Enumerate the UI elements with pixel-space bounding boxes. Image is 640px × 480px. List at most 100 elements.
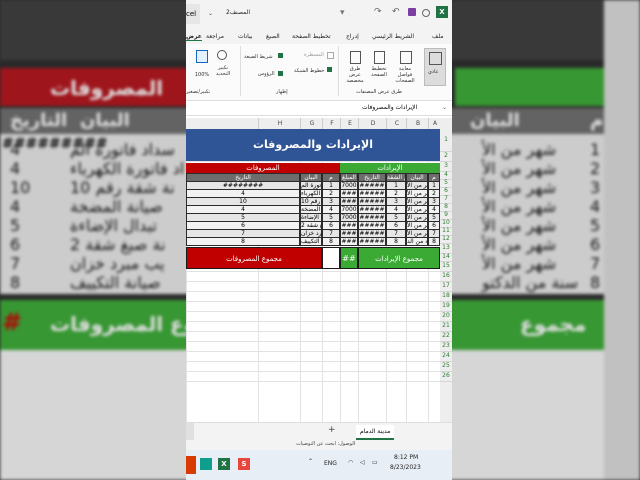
column-header-d[interactable]: D xyxy=(358,118,387,129)
formula-bar: ⌄ الإيرادات والمصروفات xyxy=(186,101,452,116)
title-bar: cel ⌄ المصنف2 ▾ ↷ ↶ X xyxy=(186,0,452,30)
zoom-button[interactable]: تكبير التحديد xyxy=(214,48,232,84)
row-header[interactable]: 1 xyxy=(440,129,452,152)
tab-home[interactable]: الشريط الرئيسي xyxy=(372,33,414,40)
status-bar: الوصول: ابحث عن التوصيات xyxy=(186,440,452,450)
bg-col-bayan-left: البيان xyxy=(80,110,130,131)
income-header[interactable]: الإيرادات xyxy=(340,163,440,173)
expense-total-label[interactable]: مجموع المصروفات xyxy=(186,247,322,269)
language-indicator[interactable]: ENG xyxy=(324,460,337,467)
row-header[interactable]: 26 xyxy=(440,371,452,382)
redo-icon[interactable]: ↷ xyxy=(374,7,382,17)
bg-expense-row: تبدال الإضاءة xyxy=(70,216,157,235)
taskbar-date[interactable]: 8/23/2023 xyxy=(390,464,421,471)
ribbon-divider xyxy=(240,46,241,96)
expense-cell[interactable]: صيانة التكييف xyxy=(300,237,322,246)
gridline xyxy=(186,361,440,362)
battery-icon[interactable]: ▭ xyxy=(372,459,378,466)
normal-view-label: عادي xyxy=(428,69,439,75)
gridline xyxy=(186,371,440,372)
formula-content[interactable]: الإيرادات والمصروفات xyxy=(362,104,417,111)
formula-bar-checkbox[interactable] xyxy=(278,53,283,58)
bg-total-income: مجموع xyxy=(520,312,587,336)
income-cell[interactable]: 8 xyxy=(428,237,440,246)
wifi-icon[interactable]: ◠ xyxy=(348,459,353,466)
expense-header[interactable]: المصروفات xyxy=(186,163,340,173)
column-header-g[interactable]: G xyxy=(300,118,323,129)
headings-checkbox[interactable] xyxy=(278,71,283,76)
tab-data[interactable]: بيانات xyxy=(238,33,252,40)
column-header-c[interactable]: C xyxy=(386,118,407,129)
income-cell[interactable]: سنة من الد xyxy=(406,237,428,246)
column-header-a[interactable]: A xyxy=(428,118,441,129)
column-header-e[interactable]: E xyxy=(340,118,359,129)
taskbar-app-icon[interactable] xyxy=(186,456,196,474)
bg-expense-row: صيانة التكييف xyxy=(70,273,161,292)
custom-views-button[interactable]: طرق عرض مخصصة xyxy=(344,48,366,84)
taskbar-app-icon[interactable]: S xyxy=(238,458,250,470)
bg-expense-num: 4 xyxy=(10,197,21,216)
zoom-100-label: 100% xyxy=(194,72,210,78)
worksheet-grid[interactable]: الإيرادات والمصروفات الإيرادات المصروفات م ا… xyxy=(186,129,440,422)
zoom-100-icon xyxy=(196,50,208,63)
sheet-title[interactable]: الإيرادات والمصروفات xyxy=(186,129,440,161)
volume-icon[interactable]: ◁ xyxy=(360,459,365,466)
tab-insert[interactable]: إدراج xyxy=(346,33,359,40)
expense-cell[interactable]: 8 xyxy=(322,237,340,246)
income-cell[interactable]: 8 xyxy=(386,237,406,246)
bg-income-num: 6 xyxy=(590,235,601,254)
tab-formulas[interactable]: الصيغ xyxy=(266,33,280,40)
grid-icon xyxy=(429,52,442,65)
chevron-up-icon[interactable]: ⌃ xyxy=(308,458,313,465)
normal-view-button[interactable]: عادي xyxy=(424,48,446,86)
expense-total-value[interactable] xyxy=(322,247,340,269)
sheet-scroll-left[interactable] xyxy=(186,423,194,441)
income-total-value[interactable]: ## xyxy=(340,247,358,269)
undo-icon[interactable]: ↶ xyxy=(392,7,400,17)
bg-income-num: 4 xyxy=(590,197,601,216)
save-icon[interactable] xyxy=(408,8,416,16)
touch-mode-icon[interactable]: ▾ xyxy=(340,8,345,18)
ruler-checkbox[interactable] xyxy=(327,52,334,59)
bg-income-num: 7 xyxy=(590,254,601,273)
bg-expense-num: 8 xyxy=(10,273,21,292)
taskbar-excel-icon[interactable]: X xyxy=(218,458,230,470)
expense-cell[interactable]: 8 xyxy=(186,237,300,246)
page-layout-button[interactable]: تخطيط الصفحة xyxy=(368,48,390,84)
excel-window: cel ⌄ المصنف2 ▾ ↷ ↶ X ملف الشريط الرئيسي… xyxy=(186,0,452,480)
add-sheet-button[interactable]: + xyxy=(328,425,336,435)
bg-col-date-left: التاريخ xyxy=(10,110,68,131)
bg-hashes: ######### xyxy=(2,136,108,152)
expand-formula-icon[interactable]: ⌄ xyxy=(442,104,447,111)
taskbar-app-icon[interactable] xyxy=(200,458,212,470)
title-chevron-icon[interactable]: ⌄ xyxy=(208,10,213,17)
sheet-tab-dammam[interactable]: مدينة الدمام xyxy=(356,425,395,440)
column-header-f[interactable]: F xyxy=(322,118,341,129)
tab-file[interactable]: ملف xyxy=(432,33,443,40)
tab-view[interactable]: عرض xyxy=(186,33,202,41)
tab-page-layout[interactable]: تخطيط الصفحة xyxy=(292,33,331,40)
bg-expenses-label: المصروفات xyxy=(50,76,164,100)
bg-expense-row: نة صبغ شقة 2 xyxy=(70,235,166,254)
bg-income-row: شهر من الأ xyxy=(482,197,557,216)
income-cell[interactable]: ##### xyxy=(358,237,386,246)
income-cell[interactable]: ### xyxy=(340,237,358,246)
column-header-h[interactable]: H xyxy=(258,118,301,129)
taskbar-time[interactable]: 8:12 PM xyxy=(394,454,418,461)
gridlines-checkbox[interactable] xyxy=(327,67,332,72)
income-total-label[interactable]: مجموع الإيرادات xyxy=(358,247,440,269)
zoom-group-label: تكبير/تصغير xyxy=(186,89,211,95)
accessibility-status[interactable]: الوصول: ابحث عن التوصيات xyxy=(296,441,355,447)
autosave-toggle-icon[interactable] xyxy=(422,9,430,17)
bg-income-row: شهر من الأ xyxy=(482,140,557,159)
bg-income-row: شهر من الأ xyxy=(482,216,557,235)
zoom-selection-label: تكبير التحديد xyxy=(215,65,231,77)
bg-expense-num: 5 xyxy=(10,216,21,235)
column-header-b[interactable]: B xyxy=(406,118,429,129)
zoom-100-button[interactable]: 100% xyxy=(192,48,212,84)
page-break-icon xyxy=(400,51,412,64)
gridline xyxy=(186,311,440,312)
tab-review[interactable]: مراجعة xyxy=(206,33,224,40)
page-break-preview-button[interactable]: معاينة فواصل الصفحات xyxy=(392,48,418,84)
window-title: المصنف2 xyxy=(226,9,251,16)
